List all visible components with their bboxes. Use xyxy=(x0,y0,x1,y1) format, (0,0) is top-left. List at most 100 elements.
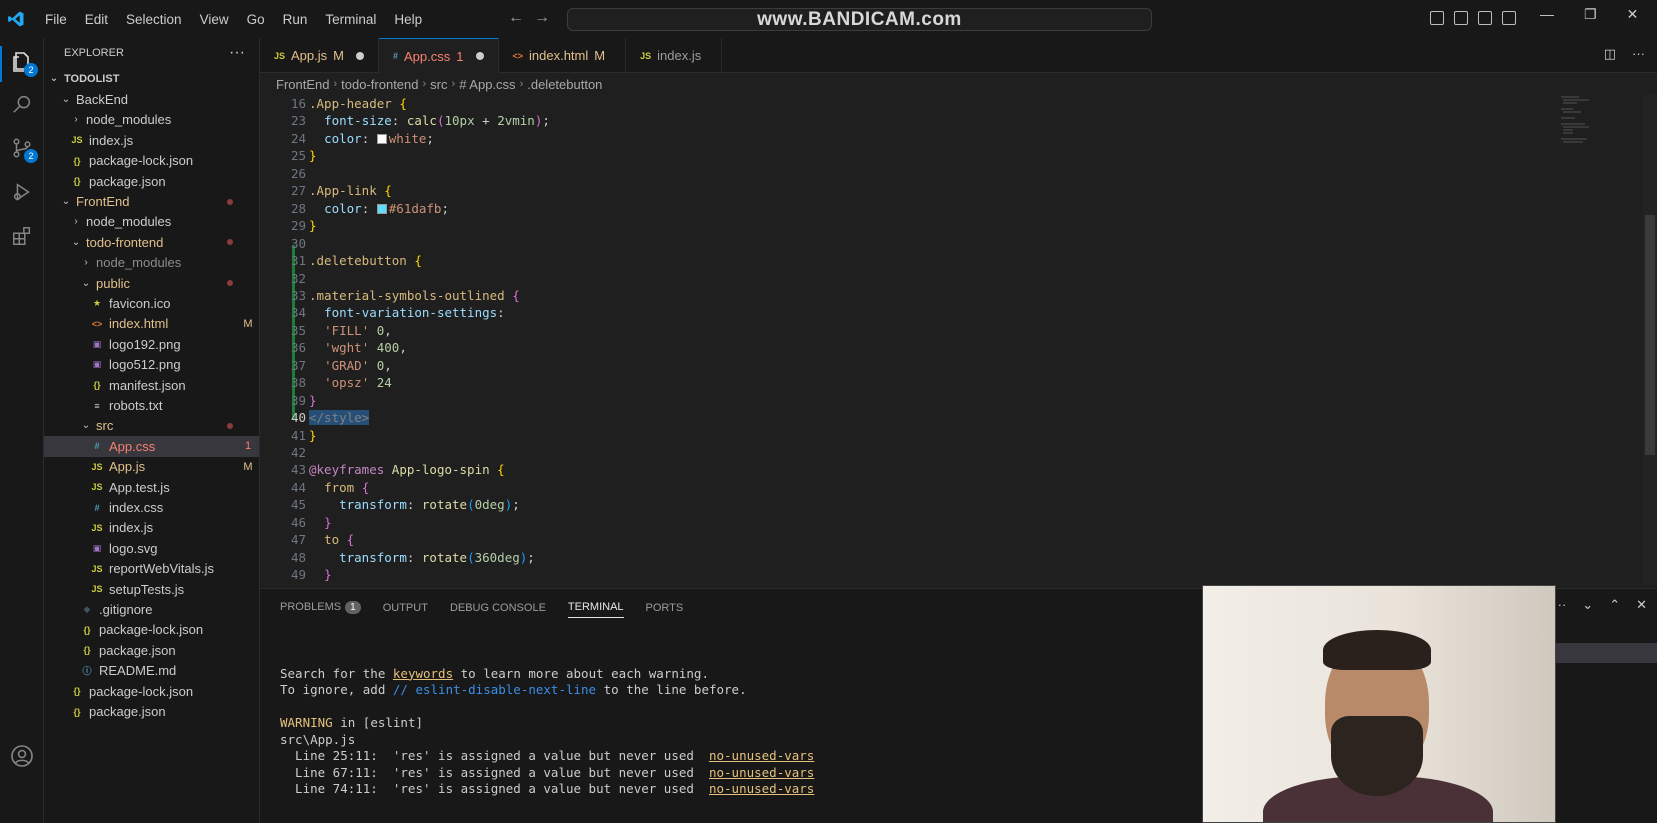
panel-tab-ports[interactable]: PORTS xyxy=(646,602,684,614)
maximize-panel-icon[interactable]: ⌃ xyxy=(1609,597,1620,613)
extensions-icon[interactable] xyxy=(8,222,36,250)
menu-file[interactable]: File xyxy=(36,12,76,27)
code-line[interactable]: 41} xyxy=(260,427,1460,444)
code-line[interactable]: 31 .deletebutton { xyxy=(260,252,1460,269)
code-line[interactable]: 39} xyxy=(260,392,1460,409)
tree-item[interactable]: ★ favicon.ico xyxy=(44,293,259,314)
code-line[interactable]: 48 transform: rotate(360deg); xyxy=(260,549,1460,566)
code-line[interactable]: 28 color: #61dafb; xyxy=(260,200,1460,217)
code-text[interactable]: @keyframes App-logo-spin { xyxy=(309,461,505,478)
code-line[interactable]: 36 'wght' 400, xyxy=(260,339,1460,356)
code-text[interactable]: } xyxy=(309,566,332,583)
breadcrumb-item[interactable]: src xyxy=(430,77,447,92)
code-text[interactable]: .deletebutton { xyxy=(309,252,422,269)
code-line[interactable]: 25} xyxy=(260,147,1460,164)
breadcrumb-item[interactable]: .deletebutton xyxy=(527,77,602,92)
code-text[interactable]: .material-symbols-outlined { xyxy=(309,287,520,304)
code-line[interactable]: 16 .App-header { xyxy=(260,95,1460,112)
code-text[interactable]: } xyxy=(309,392,317,409)
code-line[interactable]: 38 'opsz' 24 xyxy=(260,374,1460,391)
code-text[interactable]: to { xyxy=(309,531,354,548)
code-text[interactable]: } xyxy=(309,147,317,164)
code-line[interactable]: 34 font-variation-settings: xyxy=(260,304,1460,321)
code-line[interactable]: 29} xyxy=(260,217,1460,234)
tree-item[interactable]: ▣ logo.svg xyxy=(44,538,259,559)
customize-layout-icon[interactable] xyxy=(1502,11,1516,25)
code-text[interactable]: } xyxy=(309,584,317,586)
panel-tab-problems[interactable]: PROBLEMS 1 xyxy=(280,601,361,614)
code-line[interactable]: 24 color: white; xyxy=(260,130,1460,147)
tree-item[interactable]: <> index.html M xyxy=(44,313,259,334)
menu-help[interactable]: Help xyxy=(385,12,431,27)
code-line[interactable]: 40 </style> xyxy=(260,409,1460,426)
menu-view[interactable]: View xyxy=(191,12,238,27)
code-line[interactable]: 47 to { xyxy=(260,531,1460,548)
panel-tab-terminal[interactable]: TERMINAL xyxy=(567,601,624,618)
code-line[interactable]: 46 } xyxy=(260,514,1460,531)
code-text[interactable]: .App-link { xyxy=(309,182,392,199)
code-line[interactable]: 33 .material-symbols-outlined { xyxy=(260,287,1460,304)
editor-scrollbar[interactable] xyxy=(1643,95,1657,585)
code-text[interactable]: font-size: calc(10px + 2vmin); xyxy=(309,112,550,129)
tree-item[interactable]: ▣ logo192.png xyxy=(44,334,259,355)
tree-item[interactable]: ⌄ public xyxy=(44,273,259,294)
code-text[interactable]: } xyxy=(309,217,317,234)
split-editor-icon[interactable]: ◫ xyxy=(1604,46,1616,62)
code-line[interactable]: 37 'GRAD' 0, xyxy=(260,357,1460,374)
tree-item[interactable]: ⌄ todo-frontend xyxy=(44,232,259,253)
code-text[interactable]: color: #61dafb; xyxy=(309,200,449,217)
code-line[interactable]: 32 xyxy=(260,270,1460,287)
breadcrumb-item[interactable]: FrontEnd xyxy=(276,77,329,92)
tree-item[interactable]: # index.css xyxy=(44,497,259,518)
code-line[interactable]: 49 } xyxy=(260,566,1460,583)
workspace-root[interactable]: ⌄ TODOLIST xyxy=(44,68,259,89)
tree-item[interactable]: {} package.json xyxy=(44,701,259,722)
tree-item[interactable]: › node_modules xyxy=(44,109,259,130)
code-editor[interactable]: 16 .App-header {23 font-size: calc(10px +… xyxy=(260,95,1657,585)
code-text[interactable]: .App-header { xyxy=(309,95,407,112)
explorer-icon[interactable]: 2 xyxy=(8,48,38,77)
breadcrumb-item[interactable]: todo-frontend xyxy=(341,77,418,92)
tree-item[interactable]: JS index.js xyxy=(44,130,259,151)
code-text[interactable]: } xyxy=(309,514,332,531)
code-text[interactable]: transform: rotate(0deg); xyxy=(309,496,520,513)
code-line[interactable]: 23 font-size: calc(10px + 2vmin); xyxy=(260,112,1460,129)
unsaved-dot-icon[interactable] xyxy=(475,52,484,60)
back-arrow-icon[interactable]: ← xyxy=(508,9,524,27)
tree-item[interactable]: ⌄ FrontEnd xyxy=(44,191,259,212)
code-line[interactable]: 35 'FILL' 0, xyxy=(260,322,1460,339)
tree-item[interactable]: ⓘ README.md xyxy=(44,660,259,681)
tree-item[interactable]: ⌄ src xyxy=(44,415,259,436)
code-text[interactable]: transform: rotate(360deg); xyxy=(309,549,535,566)
code-text[interactable]: </style> xyxy=(309,409,370,426)
tab-index-js[interactable]: JS index.js xyxy=(626,38,723,73)
unsaved-dot-icon[interactable] xyxy=(356,51,364,60)
tree-item[interactable]: › node_modules xyxy=(44,252,259,273)
code-text[interactable]: color: white; xyxy=(309,130,434,147)
menu-run[interactable]: Run xyxy=(274,12,317,27)
tree-item[interactable]: JS reportWebVitals.js xyxy=(44,558,259,579)
code-text[interactable]: from { xyxy=(309,479,369,496)
tree-item[interactable]: {} package.json xyxy=(44,640,259,661)
tree-item[interactable]: › node_modules xyxy=(44,211,259,232)
panel-tab-output[interactable]: OUTPUT xyxy=(383,602,428,614)
panel-tab-debug-console[interactable]: DEBUG CONSOLE xyxy=(450,602,546,614)
code-text[interactable]: font-variation-settings: xyxy=(309,304,505,321)
code-line[interactable]: 42 xyxy=(260,444,1460,461)
code-line[interactable]: 43 @keyframes App-logo-spin { xyxy=(260,461,1460,478)
tree-item[interactable]: {} package-lock.json xyxy=(44,150,259,171)
tree-item[interactable]: {} manifest.json xyxy=(44,375,259,396)
more-actions-icon[interactable]: ··· xyxy=(1632,46,1645,62)
code-line[interactable]: 30 xyxy=(260,235,1460,252)
tree-item[interactable]: ▣ logo512.png xyxy=(44,354,259,375)
code-text[interactable]: 'GRAD' 0, xyxy=(309,357,392,374)
run-debug-icon[interactable] xyxy=(8,178,36,206)
minimize-icon[interactable]: — xyxy=(1540,6,1554,23)
menu-edit[interactable]: Edit xyxy=(76,12,117,27)
menu-selection[interactable]: Selection xyxy=(117,12,191,27)
code-line[interactable]: 44 from { xyxy=(260,479,1460,496)
source-control-icon[interactable]: 2 xyxy=(8,134,38,163)
tab-app-css[interactable]: # App.css 1 xyxy=(379,38,499,73)
toggle-panel-icon[interactable] xyxy=(1454,11,1468,25)
tab-app-js[interactable]: JS App.js M xyxy=(260,38,379,73)
